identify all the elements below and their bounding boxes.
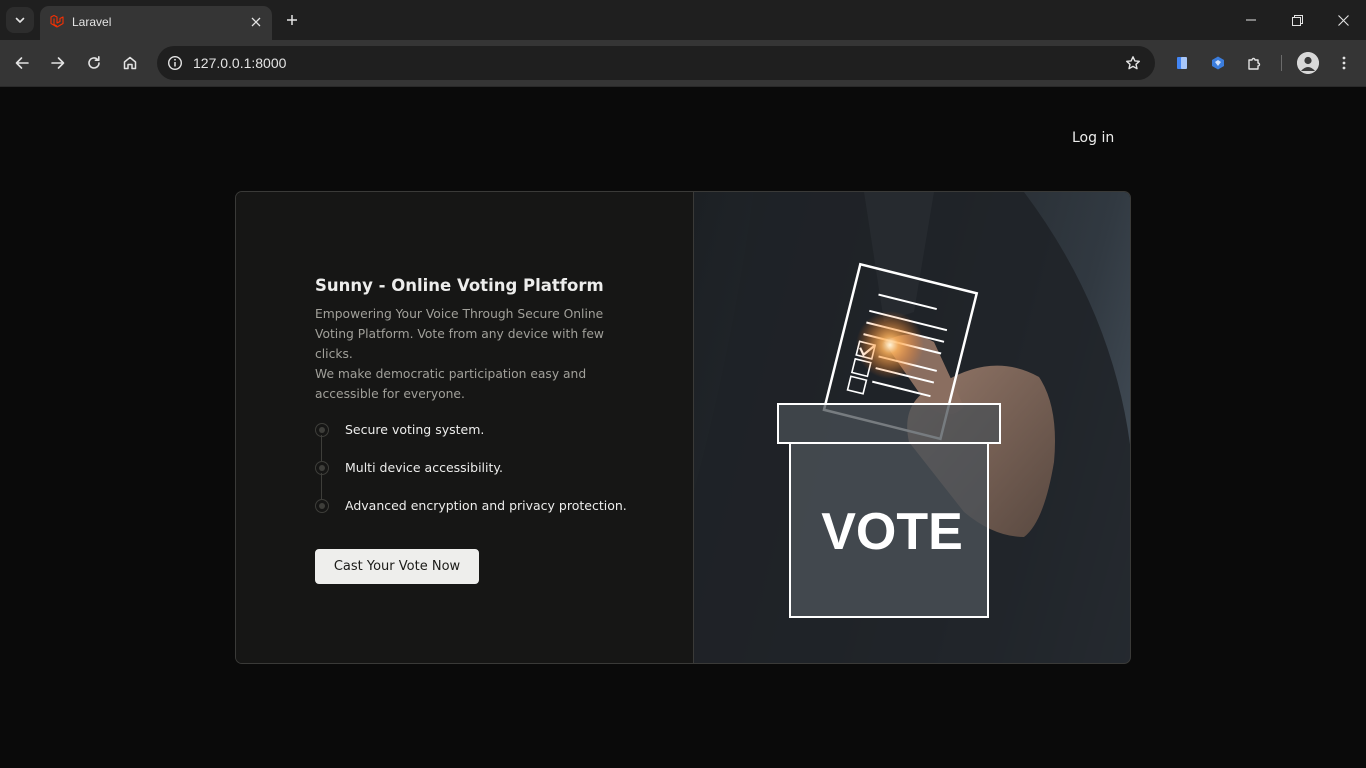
arrow-left-icon bbox=[15, 57, 29, 69]
info-icon bbox=[167, 55, 183, 71]
page-title: Sunny - Online Voting Platform bbox=[315, 276, 604, 295]
restore-button[interactable] bbox=[1274, 0, 1320, 40]
puzzle-icon bbox=[1248, 57, 1261, 70]
hero-card: Sunny - Online Voting Platform Empowerin… bbox=[235, 191, 1131, 664]
reload-button[interactable] bbox=[81, 50, 107, 76]
login-link[interactable]: Log in bbox=[1062, 128, 1124, 148]
forward-button[interactable] bbox=[45, 50, 71, 76]
bullet-dot-icon bbox=[315, 423, 329, 437]
avatar[interactable] bbox=[1297, 52, 1319, 74]
restore-icon bbox=[1291, 14, 1303, 26]
toolbar-divider bbox=[1281, 55, 1282, 71]
chrome-divider bbox=[0, 86, 1366, 87]
feature-text: Secure voting system. bbox=[345, 422, 485, 437]
minimize-icon bbox=[1246, 19, 1256, 21]
ballot-box-illustration: VOTE bbox=[694, 192, 1130, 663]
bookmark-button[interactable] bbox=[1123, 53, 1143, 73]
shield-extension-icon bbox=[1212, 56, 1224, 70]
close-window-button[interactable] bbox=[1320, 0, 1366, 40]
reload-icon bbox=[88, 56, 100, 69]
timeline-connector bbox=[321, 473, 322, 496]
plus-icon bbox=[287, 15, 297, 25]
bullet-dot-icon bbox=[315, 499, 329, 513]
timeline-connector bbox=[321, 435, 322, 458]
extension-document-button[interactable] bbox=[1169, 50, 1195, 76]
chevron-down-icon bbox=[15, 17, 25, 23]
description-line-1: Empowering Your Voice Through Secure Onl… bbox=[315, 307, 604, 361]
new-tab-button[interactable] bbox=[281, 9, 303, 31]
browser-menu-button[interactable] bbox=[1331, 50, 1357, 76]
hero-text-panel: Sunny - Online Voting Platform Empowerin… bbox=[236, 192, 693, 663]
close-icon bbox=[251, 17, 261, 27]
laravel-logo-icon bbox=[50, 14, 64, 28]
bullet-dot-icon bbox=[315, 461, 329, 475]
star-icon bbox=[1126, 56, 1140, 70]
extension-shield-button[interactable] bbox=[1205, 50, 1231, 76]
browser-toolbar: 127.0.0.1:8000 bbox=[0, 40, 1366, 86]
vote-label: VOTE bbox=[821, 503, 963, 561]
tab-close-button[interactable] bbox=[248, 14, 264, 30]
cast-vote-button[interactable]: Cast Your Vote Now bbox=[315, 549, 479, 584]
site-info-button[interactable] bbox=[163, 51, 187, 75]
feature-text: Advanced encryption and privacy protecti… bbox=[345, 498, 627, 513]
address-bar[interactable]: 127.0.0.1:8000 bbox=[157, 46, 1155, 80]
description-line-2: We make democratic participation easy an… bbox=[315, 367, 587, 401]
kebab-menu-icon bbox=[1342, 56, 1346, 70]
close-icon bbox=[1337, 14, 1349, 26]
hero-image: VOTE bbox=[693, 192, 1130, 663]
profile-avatar-icon bbox=[1297, 52, 1319, 74]
feature-text: Multi device accessibility. bbox=[345, 460, 503, 475]
browser-tab[interactable]: Laravel bbox=[40, 6, 272, 40]
home-icon bbox=[123, 56, 137, 70]
home-button[interactable] bbox=[117, 50, 143, 76]
browser-tabstrip: Laravel bbox=[0, 0, 1366, 40]
back-button[interactable] bbox=[9, 50, 35, 76]
hero-description: Empowering Your Voice Through Secure Onl… bbox=[315, 304, 605, 404]
document-extension-icon bbox=[1177, 57, 1187, 69]
tab-search-button[interactable] bbox=[6, 7, 34, 33]
extensions-button[interactable] bbox=[1241, 50, 1267, 76]
minimize-button[interactable] bbox=[1228, 0, 1274, 40]
url-text[interactable]: 127.0.0.1:8000 bbox=[193, 55, 286, 71]
arrow-right-icon bbox=[51, 57, 65, 69]
tab-title: Laravel bbox=[72, 15, 112, 29]
